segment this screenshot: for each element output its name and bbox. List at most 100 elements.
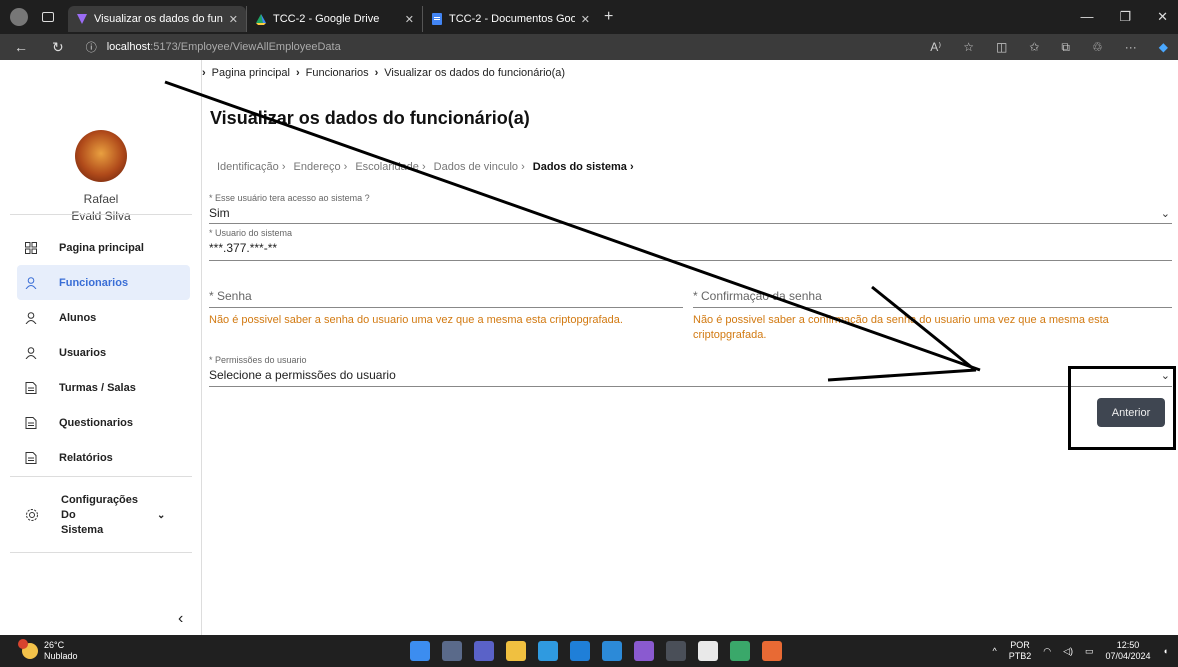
url-field[interactable]: ⓘ localhost :5173/Employee/ViewAllEmploy… — [86, 39, 341, 55]
minimize-icon[interactable]: — — [1080, 9, 1093, 25]
password-field[interactable]: * Senha Não é possivel saber a senha do … — [209, 289, 683, 328]
document-icon — [25, 416, 37, 429]
remote-desktop-icon[interactable] — [730, 641, 750, 661]
chevron-right-icon: › — [374, 67, 379, 79]
tab-title: Visualizar os dados do funcionário — [94, 13, 223, 25]
sidebar-item-questionarios[interactable]: Questionarios — [17, 405, 190, 440]
system-tray: ^ POR PTB2 ◠ ◁) ▭ 12:50 07/04/2024 ◖ — [992, 640, 1178, 662]
wifi-icon[interactable]: ◠ — [1043, 646, 1051, 657]
language-indicator[interactable]: POR PTB2 — [1009, 640, 1032, 662]
password-error: Não é possivel saber a senha do usuario … — [209, 314, 623, 326]
more-icon[interactable]: ··· — [1125, 40, 1137, 55]
tab-title: TCC-2 - Google Drive — [273, 13, 380, 25]
sidebar-item-alunos[interactable]: Alunos — [17, 300, 190, 335]
chevron-right-icon: › — [202, 67, 206, 79]
confirm-password-field[interactable]: * Confirmação da senha Não é possivel sa… — [693, 289, 1172, 343]
step-identificacao[interactable]: Identificação › — [217, 161, 286, 173]
document-icon — [25, 451, 37, 464]
person-icon — [25, 346, 37, 359]
tab-docs[interactable]: TCC-2 - Documentos Google ✕ — [422, 6, 598, 32]
windows-start-icon[interactable] — [410, 641, 430, 661]
breadcrumb-current: Visualizar os dados do funcionário(a) — [384, 67, 566, 79]
refresh-icon[interactable]: ↻ — [52, 39, 64, 56]
file-explorer-icon[interactable] — [506, 641, 526, 661]
volume-icon[interactable]: ◁) — [1063, 646, 1073, 657]
profile-icon[interactable] — [10, 8, 28, 26]
favorites-icon[interactable]: ✩ — [1029, 40, 1039, 55]
close-window-icon[interactable]: ✕ — [1157, 9, 1168, 25]
page-title: Visualizar os dados do funcionário(a) — [210, 108, 530, 128]
extensions-icon[interactable]: ♲ — [1092, 40, 1103, 55]
step-dados-sistema[interactable]: Dados do sistema › — [533, 161, 634, 173]
chevron-up-icon[interactable]: ^ — [992, 646, 996, 656]
battery-icon[interactable]: ▭ — [1085, 646, 1094, 657]
divider — [10, 552, 192, 553]
chevron-right-icon: › — [295, 67, 300, 79]
weather-icon — [18, 639, 38, 659]
docs-icon — [431, 13, 443, 25]
sidebar-item-relatorios[interactable]: Relatórios — [17, 440, 190, 475]
restore-icon[interactable]: ❐ — [1119, 9, 1131, 25]
close-icon[interactable]: ✕ — [229, 13, 238, 26]
breadcrumb-funcionarios[interactable]: Funcionarios — [306, 67, 369, 79]
divider — [10, 476, 192, 477]
breadcrumb-home[interactable]: Pagina principal — [212, 67, 290, 79]
sidebar-item-pagina-principal[interactable]: Pagina principal — [17, 230, 190, 265]
grid-icon — [25, 241, 37, 254]
clock[interactable]: 12:50 07/04/2024 — [1106, 640, 1151, 662]
step-endereco[interactable]: Endereço › — [294, 161, 348, 173]
collections-icon[interactable]: ⧉ — [1061, 40, 1070, 55]
weather-widget[interactable]: 26°C Nublado — [18, 639, 78, 662]
copilot-icon[interactable]: ◆ — [1159, 40, 1168, 55]
taskbar-apps — [410, 641, 782, 661]
tab-active[interactable]: Visualizar os dados do funcionário ✕ — [68, 6, 246, 32]
info-icon[interactable]: ⓘ — [86, 39, 97, 55]
access-select[interactable]: * Esse usuário tera acesso ao sistema ? … — [209, 193, 1172, 224]
person-icon — [25, 276, 37, 289]
chevron-down-icon[interactable]: ⌄ — [157, 510, 165, 521]
sidebar-item-turmas[interactable]: Turmas / Salas — [17, 370, 190, 405]
taskview-icon[interactable] — [442, 641, 462, 661]
close-icon[interactable]: ✕ — [405, 13, 414, 26]
sourcetree-icon[interactable] — [762, 641, 782, 661]
visual-studio-icon[interactable] — [634, 641, 654, 661]
confirm-password-error: Não é possivel saber a confirmação da se… — [693, 314, 1109, 341]
collapse-sidebar-icon[interactable]: ‹ — [178, 610, 183, 628]
close-icon[interactable]: ✕ — [581, 13, 590, 26]
edge-icon[interactable] — [538, 641, 558, 661]
read-aloud-icon[interactable]: A⁾ — [930, 40, 941, 55]
breadcrumb: › Pagina principal › Funcionarios › Visu… — [202, 67, 565, 79]
gear-icon — [25, 508, 39, 522]
workspaces-icon[interactable] — [42, 12, 54, 22]
browser-tab-bar: Visualizar os dados do funcionário ✕ TCC… — [0, 0, 1178, 34]
back-icon[interactable]: ← — [14, 39, 28, 56]
split-screen-icon[interactable]: ◫ — [996, 40, 1007, 55]
docker-icon[interactable] — [570, 641, 590, 661]
favorite-star-icon[interactable]: ☆ — [963, 40, 974, 55]
sidebar-item-funcionarios[interactable]: Funcionarios — [17, 265, 190, 300]
annotation-box — [1068, 366, 1176, 450]
new-tab-button[interactable]: + — [604, 8, 613, 26]
step-dados-vinculo[interactable]: Dados de vinculo › — [434, 161, 525, 173]
person-icon — [25, 311, 37, 324]
divider — [10, 214, 192, 215]
avatar — [75, 130, 127, 182]
sidebar-item-usuarios[interactable]: Usuarios — [17, 335, 190, 370]
step-escolaridade[interactable]: Escolaridade › — [355, 161, 425, 173]
notification-bell-icon[interactable]: ◖ — [1163, 646, 1168, 656]
terminal-icon[interactable] — [666, 641, 686, 661]
windows-taskbar: 26°C Nublado ^ POR PTB2 ◠ ◁) ▭ 12:50 07/… — [0, 635, 1178, 667]
user-name: Rafael Evald Silva — [71, 192, 131, 223]
github-desktop-icon[interactable] — [698, 641, 718, 661]
address-bar: ← ↻ ⓘ localhost :5173/Employee/ViewAllEm… — [0, 34, 1178, 60]
drive-icon — [255, 13, 267, 25]
vscode-icon[interactable] — [602, 641, 622, 661]
chevron-down-icon: ⌄ — [1160, 208, 1170, 220]
tab-drive[interactable]: TCC-2 - Google Drive ✕ — [246, 6, 422, 32]
vite-icon — [76, 13, 88, 25]
system-user-field[interactable]: * Usuario do sistema ***.377.***-** — [209, 228, 1172, 261]
permissions-select[interactable]: * Permissões do usuario Selecione a perm… — [209, 355, 1172, 387]
teams-icon[interactable] — [474, 641, 494, 661]
sidebar-item-configuracoes[interactable]: Configurações Do Sistema ⌄ — [17, 494, 190, 536]
document-icon — [25, 381, 37, 394]
